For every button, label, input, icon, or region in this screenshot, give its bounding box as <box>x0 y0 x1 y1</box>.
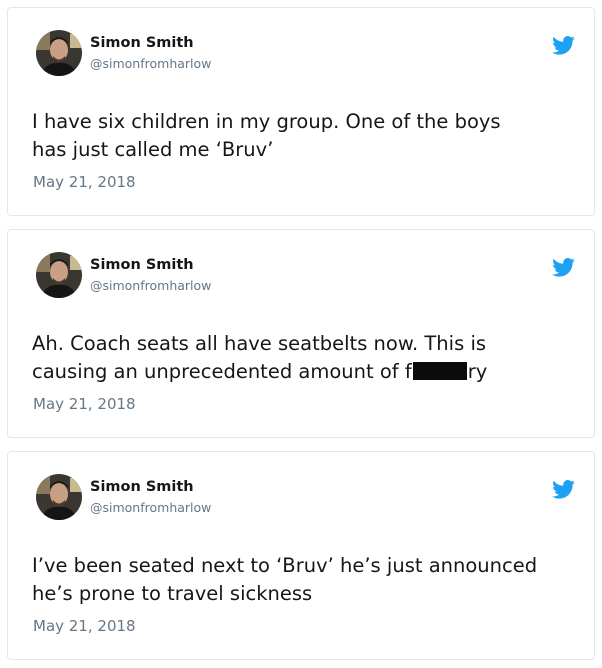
author-name[interactable]: Simon Smith <box>90 478 194 496</box>
tweet-text-fragment: causing an unprecedented amount of f <box>32 360 412 383</box>
author-handle[interactable]: @simonfromharlow <box>90 278 211 294</box>
tweet-card[interactable]: Simon Smith @simonfromharlow I have six … <box>7 7 595 216</box>
author-handle[interactable]: @simonfromharlow <box>90 56 211 72</box>
avatar-photo <box>36 252 82 298</box>
tweet-card[interactable]: Simon Smith @simonfromharlow I’ve been s… <box>7 451 595 660</box>
author-name[interactable]: Simon Smith <box>90 34 194 52</box>
tweet-date[interactable]: May 21, 2018 <box>33 394 136 414</box>
tweet-text-line: Ah. Coach seats all have seatbelts now. … <box>32 332 487 355</box>
tweet-text-line: I’ve been seated next to ‘Bruv’ he’s jus… <box>32 554 538 577</box>
avatar[interactable] <box>36 474 82 520</box>
author-handle[interactable]: @simonfromharlow <box>90 500 211 516</box>
redaction-bar <box>412 362 467 380</box>
author-name[interactable]: Simon Smith <box>90 256 194 274</box>
tweet-text-fragment: ry <box>467 360 488 383</box>
tweet-text-line: he’s prone to travel sickness <box>32 582 313 605</box>
tweet-text-line: I have six children in my group. One of … <box>32 110 501 133</box>
tweet-text-line: has just called me ‘Bruv’ <box>32 138 274 161</box>
tweet-text: I’ve been seated next to ‘Bruv’ he’s jus… <box>32 552 577 608</box>
avatar[interactable] <box>36 252 82 298</box>
tweet-text: Ah. Coach seats all have seatbelts now. … <box>32 330 577 386</box>
tweet-text: I have six children in my group. One of … <box>32 108 577 164</box>
tweet-date[interactable]: May 21, 2018 <box>33 172 136 192</box>
avatar-photo <box>36 474 82 520</box>
avatar-photo <box>36 30 82 76</box>
tweet-card[interactable]: Simon Smith @simonfromharlow Ah. Coach s… <box>7 229 595 438</box>
tweet-text-line-redacted: causing an unprecedented amount of f ry <box>32 358 577 386</box>
twitter-bird-icon[interactable] <box>552 258 575 277</box>
avatar[interactable] <box>36 30 82 76</box>
tweet-date[interactable]: May 21, 2018 <box>33 616 136 636</box>
twitter-bird-icon[interactable] <box>552 36 575 55</box>
twitter-bird-icon[interactable] <box>552 480 575 499</box>
